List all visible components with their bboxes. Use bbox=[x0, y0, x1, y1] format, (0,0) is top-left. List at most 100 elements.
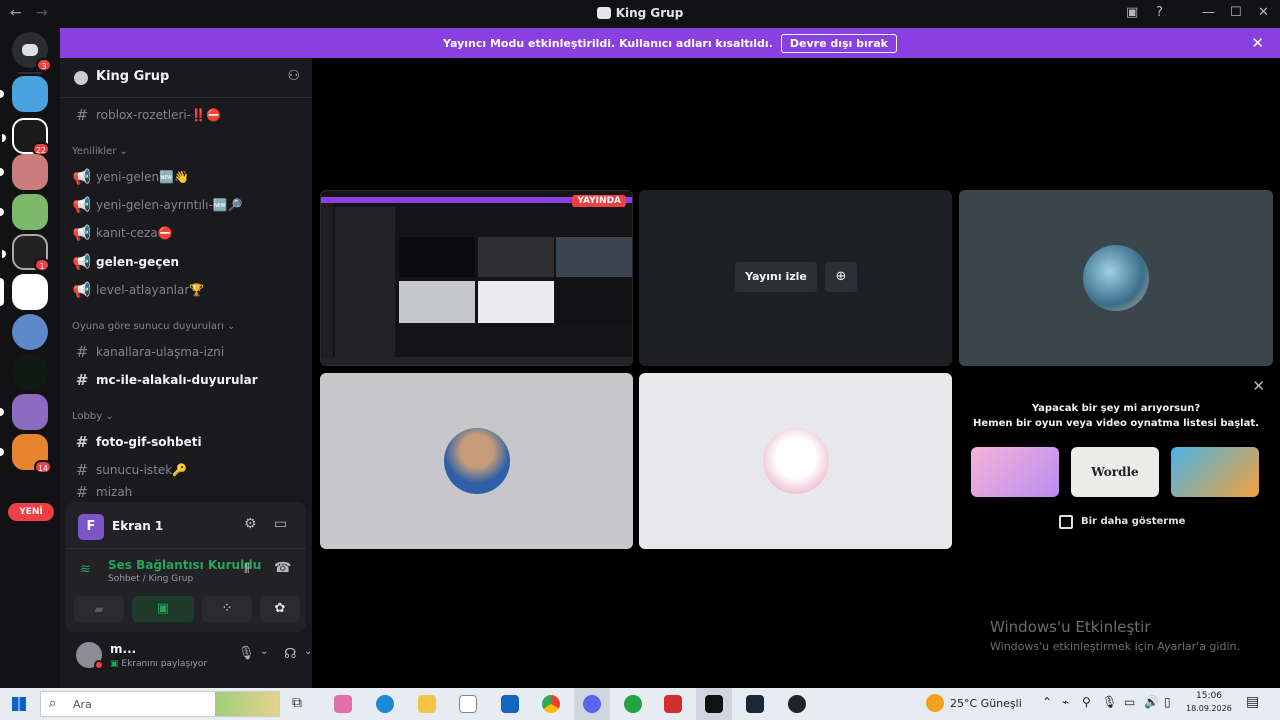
activities-button[interactable]: ⁘ bbox=[202, 596, 252, 622]
server-icon-king-grup[interactable] bbox=[0, 274, 48, 310]
participant-tile[interactable] bbox=[959, 190, 1273, 366]
invite-people-icon[interactable]: ⚇ bbox=[287, 68, 300, 84]
channel-item-unread[interactable]: 📢 gelen-geçen bbox=[72, 251, 302, 273]
help-icon[interactable]: ? bbox=[1156, 5, 1163, 20]
watch-stream-button[interactable]: Yayını izle bbox=[735, 262, 817, 292]
search-box[interactable]: ⌕ Ara bbox=[40, 691, 280, 717]
location-icon[interactable]: ⚲ bbox=[1082, 695, 1091, 709]
participant-tile[interactable] bbox=[320, 373, 633, 549]
microphone-icon[interactable]: 🎙 bbox=[238, 646, 255, 661]
activity-card[interactable] bbox=[1171, 447, 1259, 497]
server-icon[interactable]: 14 bbox=[0, 434, 52, 474]
search-placeholder: Ara bbox=[73, 698, 92, 711]
discord-icon bbox=[583, 695, 601, 713]
server-icon[interactable] bbox=[0, 154, 48, 190]
server-icon[interactable] bbox=[12, 354, 48, 390]
server-list: 3 22 1 14 YENİ bbox=[0, 28, 60, 688]
stream-settings-icon[interactable]: ⚙ bbox=[244, 516, 257, 532]
whatsapp-icon[interactable] bbox=[624, 695, 642, 713]
windows-start-icon[interactable] bbox=[12, 697, 26, 711]
voice-channel[interactable]: Sohbet / King Grup bbox=[108, 574, 193, 584]
close-icon[interactable]: ✕ bbox=[1251, 34, 1264, 52]
task-view-icon[interactable]: ⧉ bbox=[292, 695, 302, 711]
megaphone-icon: 📢 bbox=[72, 224, 92, 242]
channel-item[interactable]: # kanallara-ulaşma-izni bbox=[72, 341, 302, 363]
category-header[interactable]: Yenilikler ⌄ bbox=[72, 146, 128, 157]
steam-icon[interactable] bbox=[746, 695, 764, 713]
app-taskbar-active[interactable] bbox=[696, 688, 732, 720]
banner-text: Yayıncı Modu etkinleştirildi. Kullanıcı … bbox=[443, 36, 773, 50]
headphones-icon[interactable]: ☊ bbox=[284, 646, 296, 662]
stop-stream-icon[interactable]: ▭ bbox=[274, 516, 287, 532]
activity-card-wordle[interactable]: Wordle bbox=[1071, 447, 1159, 497]
participant-tile[interactable] bbox=[639, 373, 952, 549]
mail-icon[interactable] bbox=[501, 695, 519, 713]
activation-watermark-title: Windows'u Etkinleştir bbox=[990, 618, 1151, 636]
channel-item-unread[interactable]: # foto-gif-sohbeti bbox=[72, 431, 302, 453]
discord-taskbar-active[interactable] bbox=[574, 688, 610, 720]
activity-card[interactable] bbox=[971, 447, 1059, 497]
chrome-icon[interactable] bbox=[542, 695, 560, 713]
microphone-tray-icon[interactable]: 🎙 bbox=[1102, 695, 1117, 709]
server-icon[interactable] bbox=[0, 76, 48, 112]
new-badge[interactable]: YENİ bbox=[8, 503, 54, 521]
channel-item[interactable]: 📢 yeni-gelen🆕👋 bbox=[72, 166, 302, 188]
file-explorer-icon[interactable] bbox=[418, 695, 436, 713]
app-icon[interactable] bbox=[664, 695, 682, 713]
tray-chevron-icon[interactable]: ⌃ bbox=[1042, 695, 1052, 709]
username[interactable]: m... bbox=[110, 642, 136, 656]
maximize-button[interactable]: ☐ bbox=[1230, 5, 1242, 20]
channel-item[interactable]: # sunucu-istek🔑 bbox=[72, 459, 302, 481]
clock-time[interactable]: 15:06 bbox=[1196, 691, 1222, 701]
server-icon[interactable]: 22 bbox=[2, 118, 50, 156]
hash-icon: # bbox=[75, 371, 89, 389]
clock-date[interactable]: 18.09.2026 bbox=[1186, 704, 1232, 713]
obs-icon[interactable] bbox=[788, 695, 806, 713]
hash-icon: # bbox=[75, 461, 89, 479]
dont-show-checkbox[interactable] bbox=[1059, 515, 1073, 529]
popout-icon[interactable]: ⊕ bbox=[825, 262, 857, 292]
streamer-mode-banner: Yayıncı Modu etkinleştirildi. Kullanıcı … bbox=[60, 28, 1280, 58]
disconnect-icon[interactable]: ☎ bbox=[274, 560, 291, 576]
disable-streamer-mode-button[interactable]: Devre dışı bırak bbox=[780, 33, 897, 53]
server-icon[interactable] bbox=[12, 314, 48, 350]
channel-item[interactable]: 📢 kanıt-ceza⛔ bbox=[72, 222, 302, 244]
camera-button[interactable]: ▰ bbox=[74, 596, 124, 622]
close-window-button[interactable]: ✕ bbox=[1258, 5, 1269, 20]
server-icon[interactable]: 1 bbox=[2, 234, 50, 272]
megaphone-icon: 📢 bbox=[72, 281, 92, 299]
stream-preview-tile[interactable]: Yayını izle ⊕ bbox=[639, 190, 952, 366]
network-icon[interactable]: ▭ bbox=[1124, 695, 1135, 709]
channel-item[interactable]: # mizah bbox=[72, 485, 302, 499]
store-icon[interactable] bbox=[459, 695, 477, 713]
battery-icon[interactable]: ▯ bbox=[1164, 695, 1171, 709]
guild-header[interactable]: King Grup ⌄ ⚇ bbox=[60, 58, 312, 98]
megaphone-icon: 📢 bbox=[72, 253, 92, 271]
copilot-icon[interactable] bbox=[334, 695, 352, 713]
category-header[interactable]: Oyuna göre sunucu duyuruları ⌄ bbox=[72, 321, 235, 332]
channel-item-unread[interactable]: # mc-ile-alakalı-duyurular bbox=[72, 369, 302, 391]
voice-status[interactable]: Ses Bağlantısı Kuruldu bbox=[108, 558, 261, 572]
channel-item[interactable]: 📢 yeni-gelen-ayrıntılı-🆕🔎 bbox=[72, 194, 302, 216]
channel-item[interactable]: 📢 level-atlayanlar🏆 bbox=[72, 279, 302, 301]
soundboard-button[interactable]: ✿ bbox=[260, 596, 300, 622]
noise-suppression-icon[interactable]: ⫴ bbox=[244, 562, 249, 577]
channel-item[interactable]: # roblox-rozetleri-‼️⛔ bbox=[72, 104, 302, 126]
category-header[interactable]: Lobby ⌄ bbox=[72, 411, 114, 422]
home-button[interactable]: 3 bbox=[12, 32, 52, 72]
server-icon[interactable] bbox=[0, 394, 48, 430]
voice-stage: YAYINDA Yayını izle ⊕ ✕ Yapacak bir şey … bbox=[312, 58, 1280, 688]
app-icon bbox=[705, 695, 723, 713]
chevron-down-icon[interactable]: ⌄ bbox=[260, 646, 268, 657]
edge-icon[interactable] bbox=[376, 695, 394, 713]
inbox-icon[interactable]: ▣ bbox=[1126, 5, 1138, 20]
stream-tile[interactable]: YAYINDA bbox=[320, 190, 633, 366]
minimize-button[interactable]: — bbox=[1202, 5, 1215, 20]
volume-icon[interactable]: 🔊 bbox=[1144, 695, 1159, 709]
notification-icon[interactable]: ▤ bbox=[1246, 694, 1259, 710]
close-icon[interactable]: ✕ bbox=[1252, 377, 1265, 395]
server-icon[interactable] bbox=[0, 194, 48, 230]
screen-share-button[interactable]: ▣ bbox=[132, 596, 194, 622]
weather-text[interactable]: 25°C Güneşli bbox=[950, 697, 1022, 710]
usb-icon[interactable]: ⌁ bbox=[1062, 695, 1069, 709]
